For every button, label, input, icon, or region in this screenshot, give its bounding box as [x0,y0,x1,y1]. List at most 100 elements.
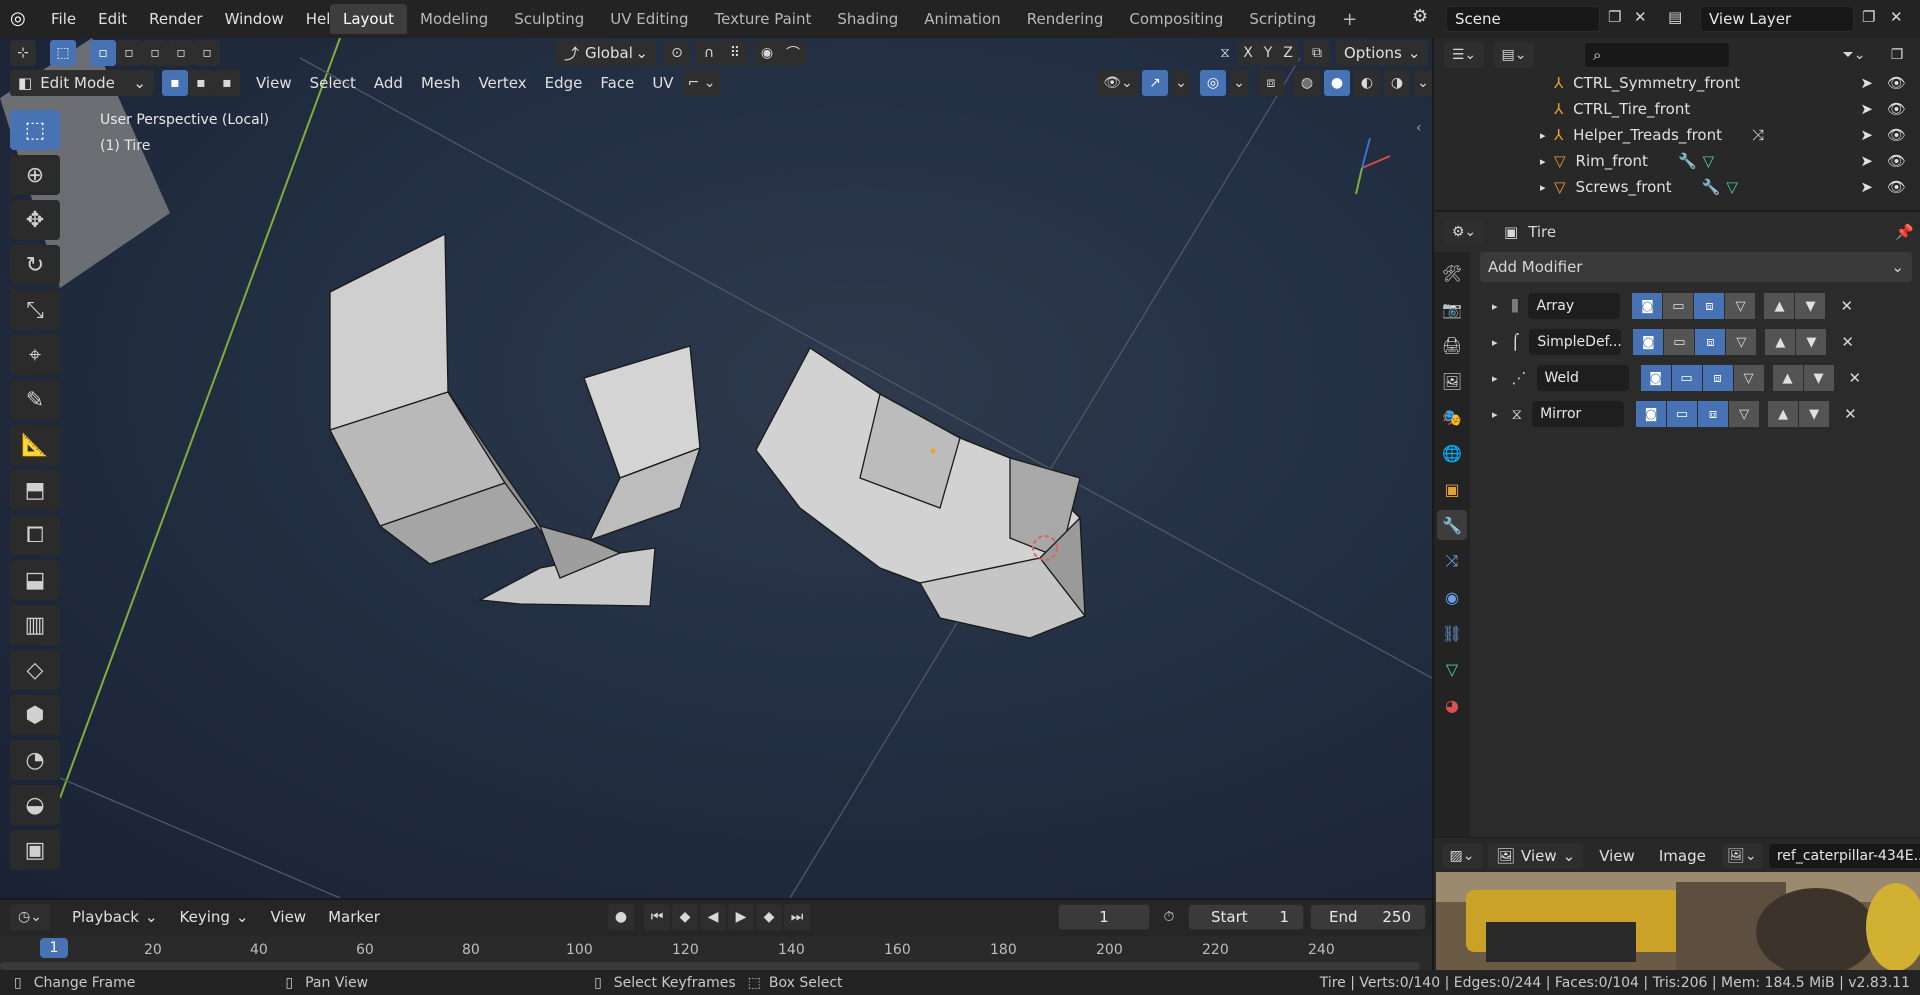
scene-tab-icon[interactable]: 🎭 [1437,402,1467,432]
measure-tool-icon[interactable]: 📐 [10,425,60,465]
add-workspace-icon[interactable]: + [1329,4,1370,34]
current-frame-field[interactable]: 1 [1058,904,1150,930]
move-down-icon[interactable]: ▼ [1799,401,1830,427]
menu-file[interactable]: File [40,0,87,38]
pin-icon[interactable]: 📌 [1895,223,1914,241]
end-frame-field[interactable]: End 250 [1310,904,1426,930]
remove-modifier-icon[interactable]: ✕ [1841,333,1854,351]
tab-sculpting[interactable]: Sculpting [501,4,597,34]
xray-toggle-icon[interactable]: ⧈ [1258,70,1284,96]
tab-shading[interactable]: Shading [824,4,911,34]
shading-wireframe-icon[interactable]: ◍ [1294,70,1320,96]
modifier-tab-icon[interactable]: 🔧 [1437,510,1467,540]
record-icon[interactable]: ● [608,904,634,930]
loop-cut-tool-icon[interactable]: ▥ [10,605,60,645]
3d-viewport[interactable]: ⊹ ⬚ ▫ ▫ ▫ ▫ ▫ ⤴ Global ⌄ ⊙ ∩ ⠿ ◉ ⌒ ⧖ X Y… [0,38,1432,898]
outliner-item[interactable]: ▸ ⅄ Helper_Treads_front ⤨ ➤ 👁 [1434,122,1920,148]
sidebar-toggle-icon[interactable]: ‹ [1416,120,1422,136]
delete-scene-icon[interactable]: ✕ [1634,8,1647,26]
select-mode-new-icon[interactable]: ▫ [90,40,116,66]
cage-toggle-icon[interactable]: ▽ [1726,329,1757,355]
mirror-z-toggle[interactable]: Z [1278,40,1298,66]
menu-mesh[interactable]: Mesh [413,70,469,96]
transform-tool-icon[interactable]: ⌖ [10,335,60,375]
menu-edit[interactable]: Edit [87,0,138,38]
display-mode-icon[interactable]: ▤⌄ [1494,42,1534,68]
expand-arrow-icon[interactable]: ▸ [1492,408,1498,421]
chevron-down-icon[interactable]: ⌄ [1230,70,1248,96]
object-tab-icon[interactable]: ▣ [1437,474,1467,504]
tab-texture-paint[interactable]: Texture Paint [702,4,825,34]
pivot-point-icon[interactable]: ⊙ [664,40,690,66]
viewport-toggle-icon[interactable]: ▭ [1671,365,1702,391]
poly-build-tool-icon[interactable]: ⬢ [10,695,60,735]
chevron-down-icon[interactable]: ⌄ [1172,70,1190,96]
properties-editor-icon[interactable]: ⚙⌄ [1444,219,1484,245]
shading-material-icon[interactable]: ◐ [1354,70,1380,96]
tab-scripting[interactable]: Scripting [1236,4,1329,34]
physics-tab-icon[interactable]: ◉ [1437,582,1467,612]
render-tab-icon[interactable]: 📷 [1437,294,1467,324]
modifier-name-field[interactable]: Array [1528,293,1621,319]
mirror-y-toggle[interactable]: Y [1258,40,1278,66]
cage-toggle-icon[interactable]: ▽ [1733,365,1764,391]
editor-type-icon[interactable]: ⊹ [10,40,36,66]
select-arrow-icon[interactable]: ➤ [1860,178,1873,196]
menu-select[interactable]: Select [302,70,364,96]
outliner-item[interactable]: ⅄ CTRL_Tire_front ➤ 👁 [1434,96,1920,122]
tab-modeling[interactable]: Modeling [407,4,501,34]
bevel-tool-icon[interactable]: ⬓ [10,560,60,600]
material-tab-icon[interactable]: ◕ [1437,690,1467,720]
menu-window[interactable]: Window [214,0,295,38]
edge-slide-tool-icon[interactable]: ▣ [10,830,60,870]
annotate-tool-icon[interactable]: ✎ [10,380,60,420]
eye-icon[interactable]: 👁 [1887,74,1906,92]
rotate-tool-icon[interactable]: ↻ [10,245,60,285]
shading-solid-icon[interactable]: ● [1324,70,1350,96]
scene-icon[interactable]: ⚙ [1412,6,1428,27]
scale-tool-icon[interactable]: ⤡ [10,290,60,330]
auto-merge-icon[interactable]: ⧉ [1304,40,1330,66]
spin-tool-icon[interactable]: ◔ [10,740,60,780]
menu-view[interactable]: View [262,904,314,930]
proportional-edit-icon[interactable]: ◉ [754,40,780,66]
menu-render[interactable]: Render [138,0,213,38]
select-mode-invert-icon[interactable]: ▫ [168,40,194,66]
smooth-tool-icon[interactable]: ◒ [10,785,60,825]
outliner-item[interactable]: ⅄ CTRL_Symmetry_front ➤ 👁 [1434,70,1920,96]
blender-logo-icon[interactable]: ◎ [10,8,26,29]
move-up-icon[interactable]: ▲ [1768,401,1799,427]
new-scene-icon[interactable]: ❐ [1608,8,1621,26]
image-name-field[interactable]: ref_caterpillar-434E... [1767,843,1920,869]
new-view-layer-icon[interactable]: ❐ [1862,8,1875,26]
view-layer-field[interactable]: View Layer [1700,6,1854,32]
image-view-mode-select[interactable]: 🖼 View ⌄ [1488,843,1584,869]
edge-select-icon[interactable]: ▪ [188,70,214,96]
vertex-select-icon[interactable]: ▪ [162,70,188,96]
viewport-toggle-icon[interactable]: ▭ [1664,329,1695,355]
move-down-icon[interactable]: ▼ [1796,329,1827,355]
menu-vertex[interactable]: Vertex [470,70,534,96]
modifier-name-field[interactable]: Weld [1536,365,1629,391]
edit-mode-toggle-icon[interactable]: ◙ [1640,365,1671,391]
select-arrow-icon[interactable]: ➤ [1860,74,1873,92]
outliner-editor-icon[interactable]: ☰⌄ [1444,42,1484,68]
inset-tool-icon[interactable]: ⧠ [10,515,60,555]
new-collection-icon[interactable]: ❐ [1884,42,1910,68]
expand-arrow-icon[interactable]: ▸ [1540,181,1546,194]
mirror-x-toggle[interactable]: X [1238,40,1258,66]
menu-view[interactable]: View [248,70,300,96]
image-browse-icon[interactable]: 🖼⌄ [1721,843,1762,869]
playhead[interactable]: 1 [40,938,68,958]
snap-magnet-icon[interactable]: ∩ [696,40,722,66]
options-dropdown[interactable]: Options ⌄ [1336,40,1429,66]
edit-mode-toggle-icon[interactable]: ◙ [1636,401,1667,427]
render-toggle-icon[interactable]: ⧈ [1698,401,1729,427]
edit-mode-toggle-icon[interactable]: ◙ [1633,329,1664,355]
snap-target-icon[interactable]: ⠿ [722,40,748,66]
stopwatch-icon[interactable]: ⏱ [1156,904,1182,930]
filter-icon[interactable]: ⏷⌄ [1834,42,1874,68]
move-down-icon[interactable]: ▼ [1803,365,1834,391]
cage-toggle-icon[interactable]: ▽ [1729,401,1760,427]
select-mode-intersect-icon[interactable]: ▫ [194,40,220,66]
